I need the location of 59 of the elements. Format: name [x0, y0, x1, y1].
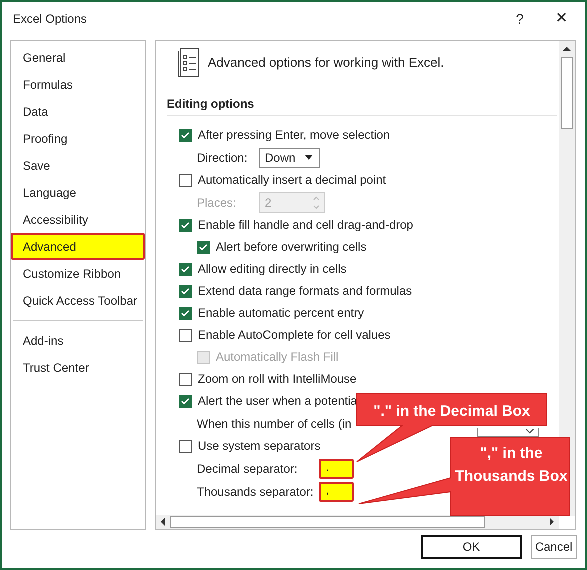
- option-label: Enable fill handle and cell drag-and-drop: [198, 217, 414, 234]
- callout-text: "," in the Thousands Box: [455, 444, 568, 487]
- checkbox[interactable]: [179, 218, 192, 232]
- checkbox[interactable]: [197, 240, 210, 254]
- checkbox[interactable]: [179, 372, 192, 386]
- caret-icon: [305, 155, 313, 160]
- checkbox[interactable]: [179, 284, 192, 298]
- scrollbar-thumb[interactable]: [170, 516, 485, 528]
- scrollbar-thumb[interactable]: [561, 57, 573, 129]
- cancel-button[interactable]: Cancel: [531, 535, 577, 559]
- field-label: When this number of cells (in: [197, 416, 352, 432]
- option-label: Use system separators: [198, 438, 321, 455]
- checkbox[interactable]: [179, 262, 192, 276]
- caret-icon: [526, 429, 534, 434]
- sidebar-item[interactable]: Save: [11, 152, 145, 179]
- section-heading: Editing options: [167, 96, 256, 113]
- cell-count-field[interactable]: [476, 428, 539, 437]
- sidebar-item[interactable]: Accessibility: [11, 206, 145, 233]
- checkbox[interactable]: [179, 394, 192, 408]
- option-label: Enable automatic percent entry: [198, 305, 364, 322]
- option-label: Automatically Flash Fill: [216, 349, 339, 366]
- field-label: Places:: [197, 194, 238, 212]
- checkbox[interactable]: [179, 328, 192, 342]
- checkbox[interactable]: [179, 128, 192, 142]
- sidebar-item[interactable]: Advanced: [11, 233, 145, 260]
- field-label: Direction:: [197, 150, 249, 166]
- window-title: Excel Options: [13, 11, 88, 28]
- separator-field[interactable]: .: [319, 458, 354, 478]
- sidebar-item[interactable]: Trust Center: [11, 354, 145, 381]
- page-heading: Advanced options for working with Excel.: [208, 54, 444, 72]
- field-label: Decimal separator:: [197, 460, 299, 478]
- sidebar-item[interactable]: Add-ins: [11, 327, 145, 354]
- sidebar-item[interactable]: Quick Access Toolbar: [11, 287, 145, 314]
- sidebar-item[interactable]: Customize Ribbon: [11, 260, 145, 287]
- options-list-icon: [178, 48, 200, 78]
- option-label: Alert before overwriting cells: [216, 239, 367, 256]
- checkbox[interactable]: [179, 440, 192, 452]
- option-label: Alert the user when a potentia: [198, 393, 358, 410]
- sidebar-item[interactable]: General: [11, 44, 145, 71]
- checkbox[interactable]: [179, 174, 192, 186]
- option-label: Allow editing directly in cells: [198, 261, 347, 278]
- option-label: Extend data range formats and formulas: [198, 283, 412, 300]
- direction-dropdown[interactable]: Down: [259, 148, 320, 168]
- option-label: After pressing Enter, move selection: [198, 127, 390, 144]
- option-label: Automatically insert a decimal point: [198, 172, 386, 189]
- sidebar-item[interactable]: Data: [11, 98, 145, 125]
- field-label: Thousands separator:: [197, 484, 315, 500]
- separator-field[interactable]: ,: [319, 482, 354, 502]
- sidebar-item[interactable]: Formulas: [11, 71, 145, 98]
- sidebar-item[interactable]: Proofing: [11, 125, 145, 152]
- checkbox[interactable]: [179, 306, 192, 320]
- option-label: Enable AutoComplete for cell values: [198, 327, 391, 344]
- help-button[interactable]: ?: [505, 5, 535, 33]
- horizontal-scrollbar[interactable]: [156, 515, 559, 529]
- callout-text: "." in the Decimal Box: [372, 402, 532, 422]
- ok-button[interactable]: OK: [421, 535, 522, 559]
- sidebar-item[interactable]: Language: [11, 179, 145, 206]
- option-label: Zoom on roll with IntelliMouse: [198, 371, 357, 388]
- close-button[interactable]: ✕: [547, 5, 577, 33]
